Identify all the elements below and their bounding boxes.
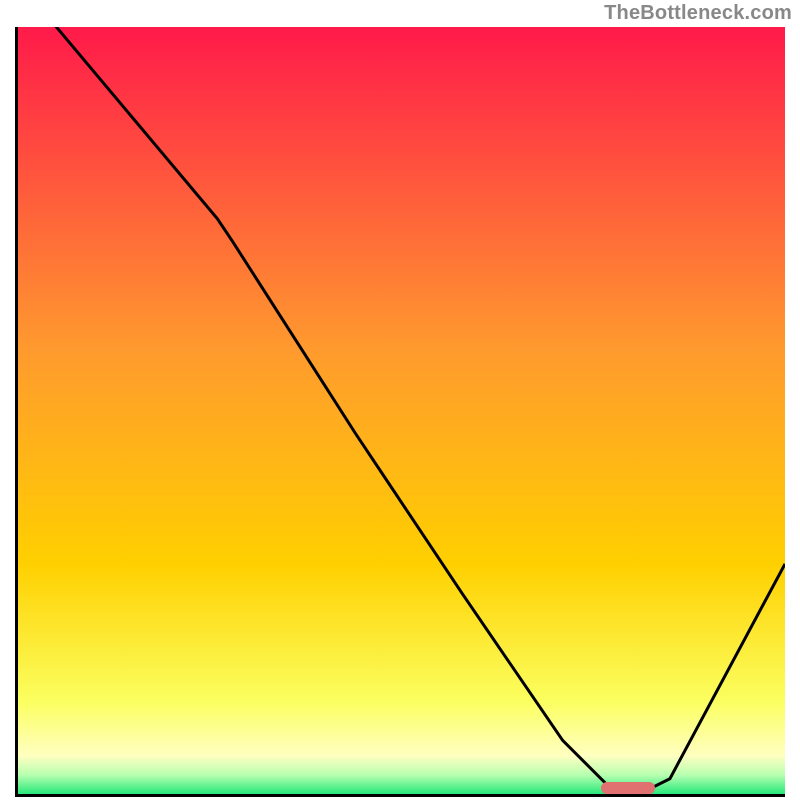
gradient-background bbox=[18, 27, 785, 794]
optimal-range-marker bbox=[601, 782, 655, 794]
plot-frame bbox=[15, 27, 785, 797]
plot-svg bbox=[18, 27, 785, 794]
chart-root: TheBottleneck.com bbox=[0, 0, 800, 800]
watermark-label: TheBottleneck.com bbox=[604, 2, 792, 25]
